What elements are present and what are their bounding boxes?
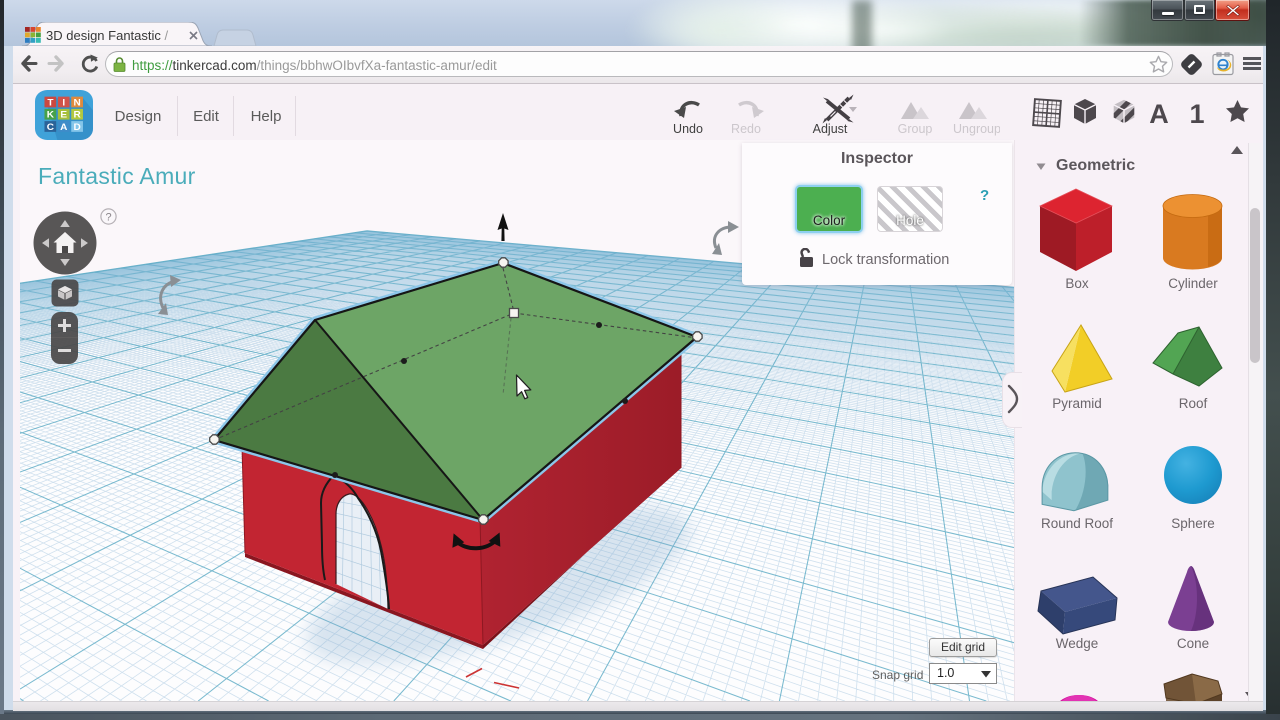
svg-text:R: R	[74, 110, 81, 121]
svg-text:C: C	[47, 122, 54, 133]
svg-text:?: ?	[105, 212, 111, 224]
svg-text:N: N	[74, 98, 81, 109]
svg-text:A: A	[60, 122, 67, 133]
svg-text:T: T	[47, 98, 53, 109]
svg-text:E: E	[60, 110, 67, 121]
svg-text:Adjust: Adjust	[813, 122, 848, 136]
svg-text:K: K	[47, 110, 54, 121]
svg-text:A: A	[1149, 99, 1169, 129]
svg-text:I: I	[62, 98, 65, 109]
svg-text:Group: Group	[898, 122, 933, 136]
svg-text:Undo: Undo	[673, 122, 703, 136]
svg-text:D: D	[74, 122, 81, 133]
svg-text:Redo: Redo	[731, 122, 761, 136]
svg-text:Ungroup: Ungroup	[953, 122, 1000, 136]
svg-text:1: 1	[1189, 99, 1204, 129]
